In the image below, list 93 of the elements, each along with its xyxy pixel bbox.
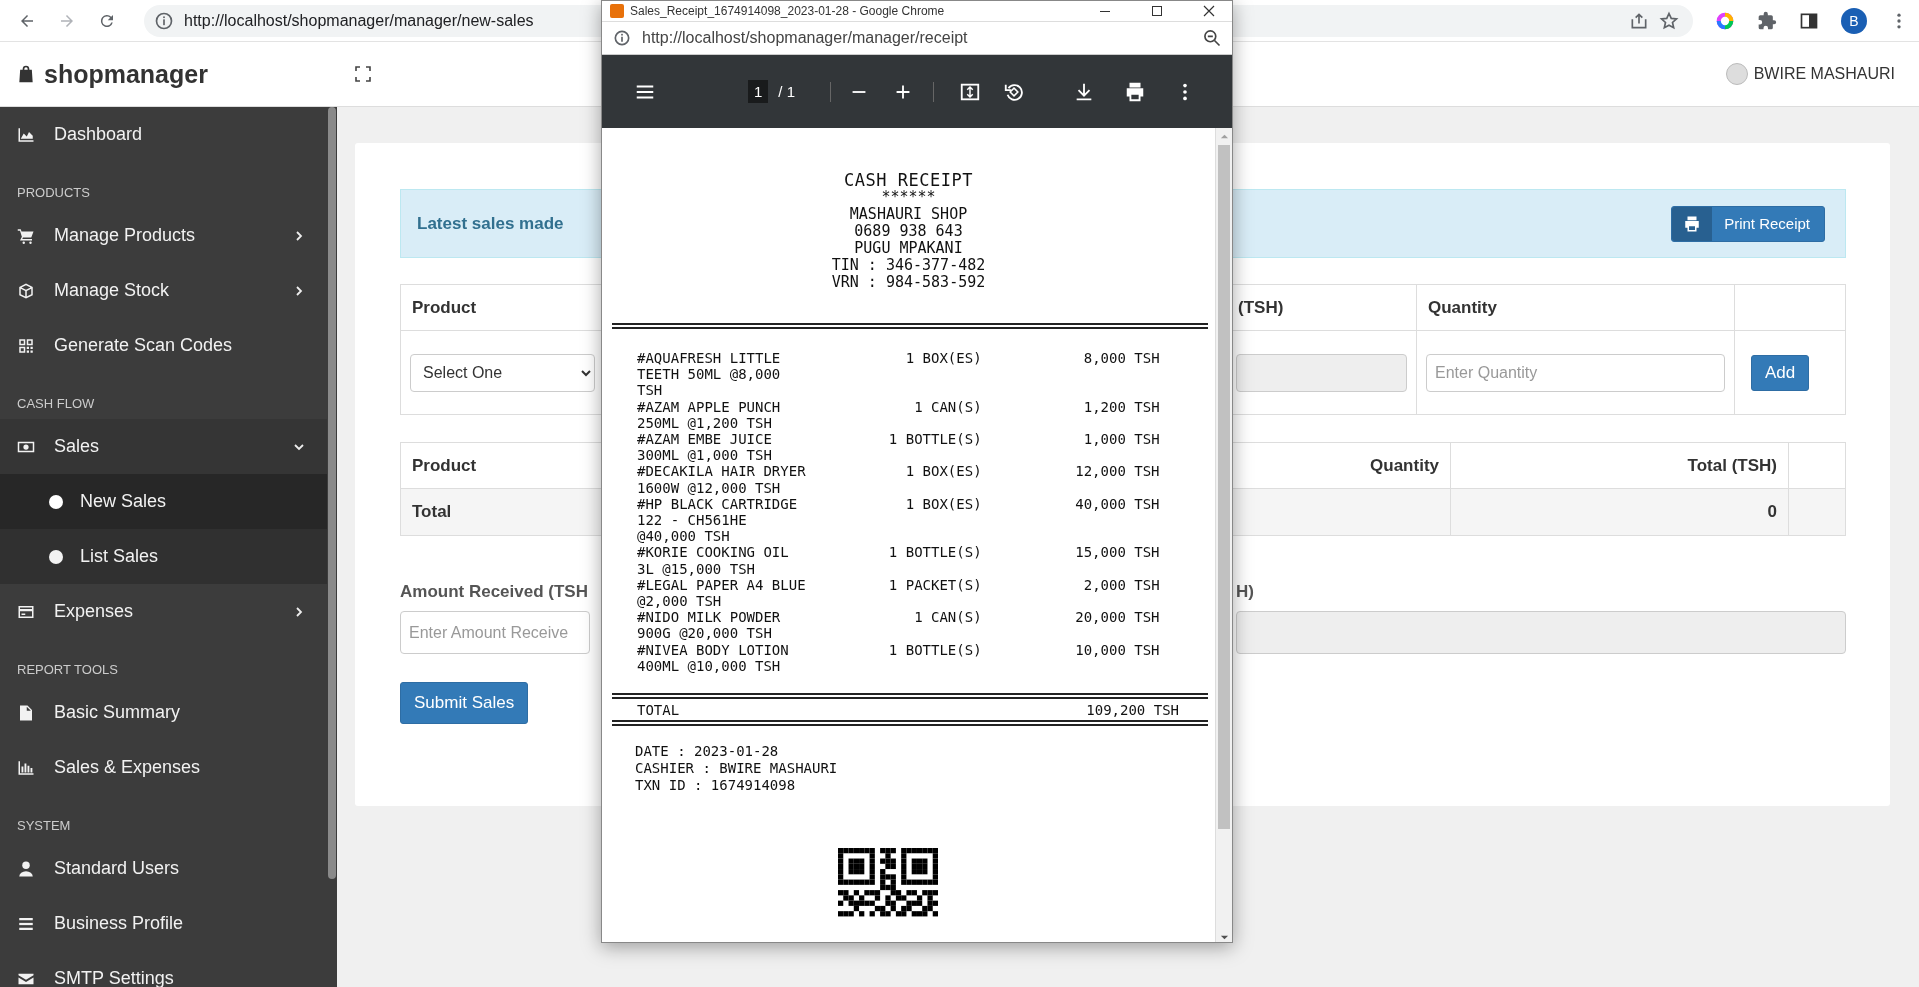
item-amount: 20,000 TSH (1074, 609, 1160, 628)
receipt-text: TIN : 346-377-482 (830, 257, 987, 274)
sidebar-item[interactable]: Manage Products (0, 208, 327, 263)
sidebar-item[interactable]: Sales & Expenses (0, 740, 327, 795)
sidebar-item[interactable]: Business Profile (0, 896, 327, 951)
item-amount: 10,000 TSH (1074, 641, 1160, 660)
item-amount: 12,000 TSH (1074, 463, 1160, 482)
item-quantity: 1 BOX(ES) (904, 350, 982, 368)
product-select[interactable]: Select One (410, 353, 595, 392)
item-amount: 2,000 TSH (1082, 576, 1160, 595)
sidebar-item[interactable]: Sales (0, 419, 327, 474)
user-name[interactable]: BWIRE MASHAURI (1753, 65, 1895, 83)
receipt-text: MASHAURI SHOP (848, 206, 969, 223)
sidebar-item[interactable]: Standard Users (0, 841, 327, 896)
sidebar-item[interactable]: SMTP Settings (0, 951, 327, 987)
amount-field[interactable]: Enter Amount Receive (400, 611, 590, 654)
sidebar-item[interactable]: Generate Scan Codes (0, 318, 327, 373)
sidebar-item[interactable]: Dashboard (0, 107, 327, 162)
item-quantity: 1 BOX(ES) (904, 495, 982, 514)
submit-sales-button[interactable]: Submit Sales (400, 682, 529, 724)
field-label: H) (1236, 582, 1254, 602)
url-text: http://localhost/shopmanager/manager/receipt (642, 29, 969, 47)
user-icon (17, 859, 35, 878)
receipt-title: CASH RECEIPT (843, 172, 974, 189)
item-quantity: 1 BOTTLE(S) (887, 641, 982, 660)
table-cell (1789, 489, 1845, 535)
puzzle-icon[interactable] (1757, 10, 1777, 31)
item-description: #KORIE COOKING OIL 3L @15,000 TSH (637, 544, 790, 577)
qr-code-icon (17, 336, 35, 355)
item-quantity: 1 BOX(ES) (904, 463, 982, 482)
receipt-text: ****** (880, 189, 937, 206)
scrollbar-thumb[interactable] (328, 107, 336, 879)
info-icon[interactable] (154, 10, 174, 31)
item-quantity: 1 BOTTLE(S) (887, 544, 982, 563)
total-amount: 109,200 TSH (1086, 702, 1179, 719)
section-heading: SYSTEM (16, 816, 72, 835)
scroll-down-icon[interactable] (1219, 933, 1229, 942)
printer-icon (1683, 214, 1702, 233)
item-description: #AQUAFRESH LITTLE TEETH 50ML @8,000 TSH (637, 350, 782, 399)
item-description: #NIVEA BODY LOTION 400ML @10,000 TSH (637, 641, 790, 675)
star-icon[interactable] (1659, 10, 1679, 31)
section-heading: PRODUCTS (16, 183, 91, 202)
table-cell: 0 (1451, 489, 1789, 535)
section-heading: CASH FLOW (16, 394, 96, 413)
receipt-text: TXN ID : 1674914098 (635, 777, 797, 795)
info-icon (612, 28, 632, 48)
item-description: #NIDO MILK POWDER 900G @20,000 TSH (637, 609, 782, 642)
shopping-bag-icon (16, 64, 36, 84)
item-description: #AZAM APPLE PUNCH 250ML @1,200 TSH (637, 398, 782, 431)
item-amount: 8,000 TSH (1082, 350, 1160, 368)
item-quantity: 1 CAN(S) (913, 398, 982, 417)
sidebar-subitem[interactable]: New Sales (0, 474, 327, 529)
zoom-icon[interactable] (1202, 28, 1222, 48)
field-label: Amount Received (TSH (400, 582, 588, 602)
item-amount: 40,000 TSH (1074, 495, 1160, 514)
item-description: #LEGAL PAPER A4 BLUE @2,000 TSH (637, 576, 806, 610)
cart-icon (17, 226, 35, 245)
sidebar-item[interactable]: Manage Stock (0, 263, 327, 318)
profile-avatar[interactable]: B (1841, 7, 1867, 34)
brand-name[interactable]: shopmanager (44, 59, 208, 89)
window-title: Sales_Receipt_1674914098_2023-01-28 - Google Chrome (630, 4, 946, 18)
sidebar-subitem[interactable]: List Sales (0, 529, 327, 584)
add-button[interactable]: Add (1751, 354, 1810, 391)
sidebar-item[interactable]: Expenses (0, 584, 327, 639)
print-receipt-button[interactable]: Print Receipt (1671, 205, 1825, 242)
column-header: Quantity (1417, 285, 1735, 331)
document-icon (17, 703, 35, 722)
bullet-icon (49, 494, 63, 509)
area-chart-icon (17, 125, 35, 144)
app-icon (610, 4, 624, 18)
fullscreen-icon[interactable] (355, 66, 371, 82)
bullet-icon (49, 549, 63, 564)
color-wheel-icon[interactable] (1715, 10, 1735, 31)
sidebar-item[interactable]: Basic Summary (0, 685, 327, 740)
item-amount: 1,200 TSH (1082, 398, 1160, 417)
page-count: / 1 (778, 83, 796, 100)
item-quantity: 1 CAN(S) (913, 609, 982, 628)
url-text: http://localhost/shopmanager/manager/new-sales (184, 11, 534, 30)
cube-icon (17, 281, 35, 300)
alert-message: Latest sales made (417, 213, 564, 234)
receipt-text: PUGU MPAKANI (853, 240, 964, 257)
section-heading: REPORT TOOLS (16, 660, 119, 679)
quantity-field[interactable]: Enter Quantity (1426, 353, 1725, 392)
receipt-text: CASHIER : BWIRE MASHAURI (635, 760, 839, 778)
item-amount: 15,000 TSH (1074, 544, 1160, 563)
receipt-text: 0689 938 643 (853, 223, 964, 240)
page-number-field[interactable]: 1 (748, 80, 769, 103)
scrollbar-thumb[interactable] (1218, 145, 1230, 829)
receipt-text: DATE : 2023-01-28 (635, 743, 780, 761)
item-quantity: 1 PACKET(S) (887, 576, 982, 595)
user-avatar (1725, 63, 1748, 85)
total-label: TOTAL (637, 702, 681, 719)
bar-chart-icon (17, 758, 35, 777)
